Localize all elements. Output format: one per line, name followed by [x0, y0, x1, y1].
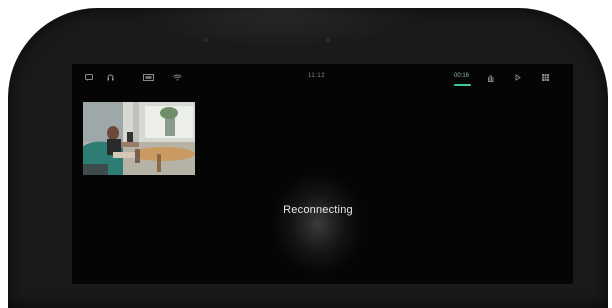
participant-video-thumbnail[interactable]	[83, 102, 195, 175]
participant-video-icon	[83, 102, 195, 175]
chat-icon[interactable]	[85, 74, 93, 81]
screen-share-icon[interactable]	[143, 74, 154, 81]
call-duration-tab[interactable]: 00:16	[454, 73, 469, 79]
grid-icon[interactable]	[542, 74, 549, 81]
hand-icon[interactable]	[487, 74, 494, 82]
status-bar: 11:12 00:16	[72, 64, 573, 90]
headset-icon[interactable]	[107, 74, 114, 81]
camera-sensor	[204, 38, 208, 42]
camera-sensor	[326, 38, 330, 42]
screen: 11:12 00:16 Reconnecting	[72, 64, 573, 284]
reconnecting-glow	[272, 172, 364, 276]
active-tab-indicator	[454, 84, 471, 86]
connection-status: Reconnecting	[283, 204, 353, 216]
device-frame: 11:12 00:16 Reconnecting	[8, 8, 608, 308]
record-icon[interactable]	[515, 74, 521, 81]
wifi-icon	[173, 74, 182, 81]
clock-time: 11:12	[308, 73, 326, 79]
